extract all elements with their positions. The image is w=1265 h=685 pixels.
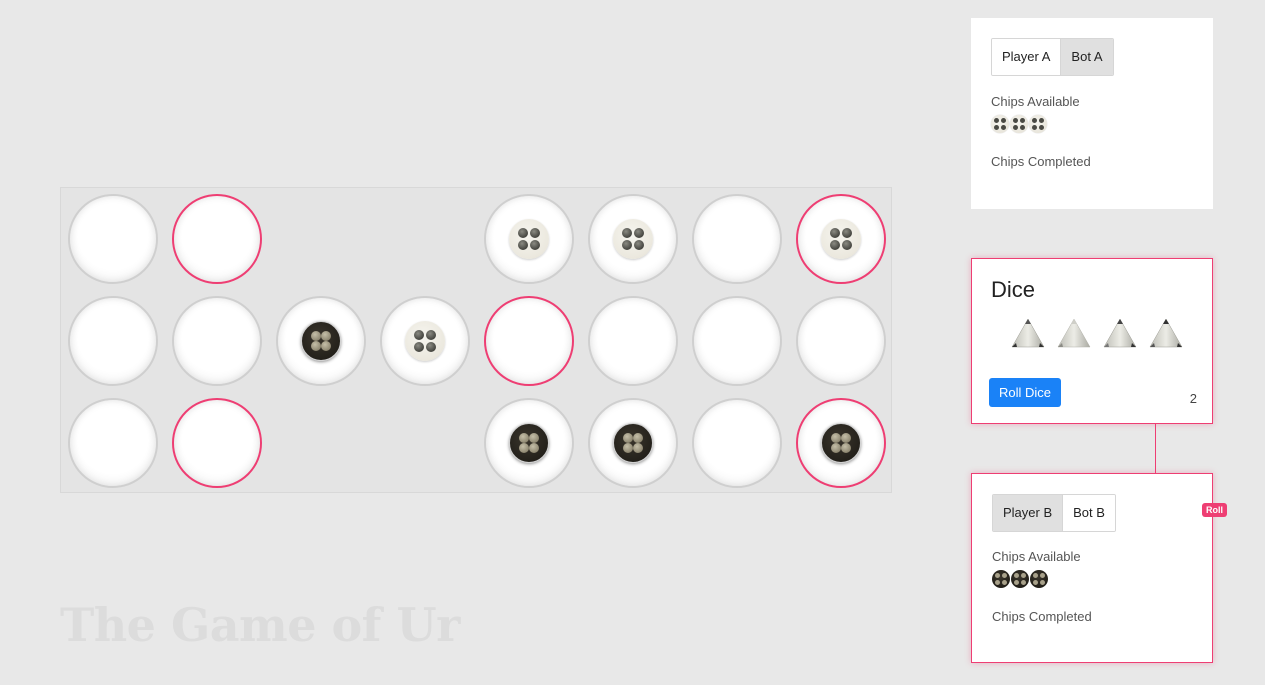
player-a-panel: Player A Bot A Chips Available Chips Com… [971, 18, 1213, 209]
board-cell[interactable] [588, 398, 678, 488]
player-b-mode-toggle: Player B Bot B [992, 494, 1116, 532]
black-chip[interactable] [613, 423, 653, 463]
roll-dice-button[interactable]: Roll Dice [989, 378, 1062, 407]
available-chip[interactable] [1011, 570, 1029, 588]
board-cell[interactable] [172, 398, 262, 488]
die-marked-icon [1103, 318, 1137, 348]
board-cell[interactable] [276, 296, 366, 386]
board-cell[interactable] [484, 296, 574, 386]
white-chip[interactable] [613, 219, 653, 259]
available-chip[interactable] [991, 115, 1009, 133]
player-a-available-chips [991, 115, 1047, 133]
game-board [60, 187, 892, 493]
board-cell[interactable] [796, 398, 886, 488]
white-chip[interactable] [405, 321, 445, 361]
die-marked-icon [1011, 318, 1045, 348]
white-chip[interactable] [509, 219, 549, 259]
board-cell[interactable] [172, 194, 262, 284]
board-cell[interactable] [588, 194, 678, 284]
board-cell[interactable] [484, 194, 574, 284]
player-a-mode-toggle: Player A Bot A [991, 38, 1114, 76]
dice-row [1010, 317, 1184, 349]
die-unmarked-icon [1057, 318, 1091, 348]
board-cell[interactable] [484, 398, 574, 488]
player-b-available-chips [992, 570, 1048, 588]
black-chip[interactable] [821, 423, 861, 463]
die-marked-icon [1149, 318, 1183, 348]
player-a-human-option[interactable]: Player A [992, 39, 1061, 75]
board-cell[interactable] [380, 296, 470, 386]
chips-available-label: Chips Available [991, 94, 1080, 109]
black-chip[interactable] [301, 321, 341, 361]
turn-connector-line [1155, 424, 1156, 473]
available-chip[interactable] [1030, 570, 1048, 588]
board-cell[interactable] [796, 296, 886, 386]
board-cell[interactable] [68, 398, 158, 488]
chips-available-label: Chips Available [992, 549, 1081, 564]
player-b-human-option[interactable]: Player B [993, 495, 1063, 531]
player-a-bot-option[interactable]: Bot A [1060, 39, 1113, 75]
player-b-panel: Player B Bot B Chips Available Chips Com… [971, 473, 1213, 663]
board-cell[interactable] [172, 296, 262, 386]
board-cell[interactable] [692, 398, 782, 488]
available-chip[interactable] [1010, 115, 1028, 133]
dice-title: Dice [991, 277, 1036, 302]
board-cell[interactable] [68, 194, 158, 284]
chips-completed-label: Chips Completed [991, 154, 1091, 169]
board-cell[interactable] [68, 296, 158, 386]
white-chip[interactable] [821, 219, 861, 259]
player-b-bot-option[interactable]: Bot B [1062, 495, 1115, 531]
roll-turn-badge: Roll [1202, 503, 1227, 517]
black-chip[interactable] [509, 423, 549, 463]
game-title: The Game of Ur [60, 598, 460, 652]
available-chip[interactable] [1029, 115, 1047, 133]
board-cell[interactable] [692, 194, 782, 284]
chips-completed-label: Chips Completed [992, 609, 1092, 624]
board-cell[interactable] [692, 296, 782, 386]
dice-roll-value: 2 [1189, 391, 1197, 406]
available-chip[interactable] [992, 570, 1010, 588]
board-cell[interactable] [796, 194, 886, 284]
board-cell[interactable] [588, 296, 678, 386]
dice-panel: Dice Roll Dice 2 [971, 258, 1213, 424]
